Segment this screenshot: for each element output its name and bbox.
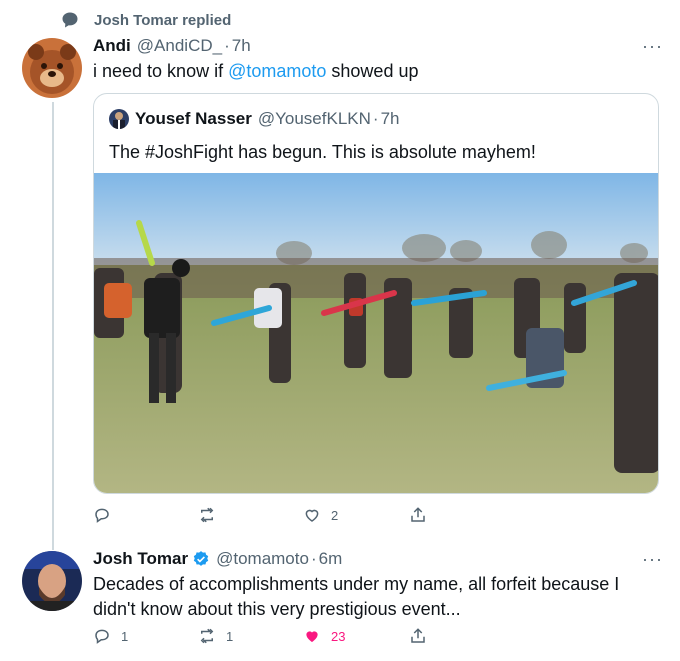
mention-link[interactable]: @tomamoto [228,61,326,81]
share-icon [411,507,425,522]
main-action-bar: 1 1 23 [93,627,433,647]
reply-bubble-icon [62,12,78,28]
heart-filled-icon [306,631,318,642]
quoted-tweet-card[interactable]: Yousef Nasser @YousefKLKN · 7h The #Josh… [93,93,659,494]
reply-text-part: showed up [326,61,419,81]
timestamp[interactable]: 7h [232,36,251,56]
reply-text-part: i need to know if [93,61,229,81]
more-options-button[interactable]: ··· [642,36,663,57]
main-tweet-text: Decades of accomplishments under my name… [93,574,620,619]
reply-context: Josh Tomar replied [60,10,231,30]
share-button[interactable] [409,506,427,524]
timestamp[interactable]: 6m [319,549,343,569]
reply-text: i need to know if @tomamoto showed up [93,59,418,84]
reply-button[interactable] [93,506,121,524]
reply-action-bar: 2 [93,506,433,526]
quoted-header: Yousef Nasser @YousefKLKN · 7h [135,109,400,129]
main-tweet-header: Josh Tomar @tomamoto · 6m [93,549,342,569]
more-options-button[interactable]: ··· [642,549,663,570]
heart-icon [305,509,319,522]
separator-dot: · [224,36,230,55]
quoted-photo[interactable] [94,173,659,494]
retweet-button[interactable] [198,506,226,524]
quoted-display-name[interactable]: Yousef Nasser [135,109,252,129]
retweet-icon [200,628,214,644]
avatar[interactable] [22,38,82,98]
retweet-count: 1 [226,628,234,644]
like-button[interactable]: 23 [303,627,345,645]
like-button[interactable]: 2 [303,506,338,524]
quoted-avatar[interactable] [109,109,129,129]
separator-dot: · [372,109,379,128]
reply-icon [95,508,109,523]
separator-dot: · [310,549,317,568]
like-count: 2 [331,507,339,523]
verified-badge-icon [193,551,209,566]
like-count: 23 [331,628,346,644]
avatar[interactable] [22,551,82,611]
user-handle[interactable]: @AndiCD_ [137,36,222,56]
retweet-button[interactable]: 1 [198,627,233,645]
retweet-icon [200,507,214,523]
display-name[interactable]: Andi [93,36,131,56]
display-name[interactable]: Josh Tomar [93,549,188,569]
user-handle[interactable]: @tomamoto [216,549,309,569]
reply-icon [95,629,109,644]
reply-count: 1 [121,628,129,644]
thread-connector [52,102,54,550]
reply-context-text: Josh Tomar replied [94,11,232,29]
quoted-text: The #JoshFight has begun. This is absolu… [109,142,536,162]
share-icon [411,628,425,643]
share-button[interactable] [409,627,427,645]
quoted-user-handle[interactable]: @YousefKLKN [258,109,371,129]
reply-header: Andi @AndiCD_ · 7h [93,36,251,56]
quoted-timestamp[interactable]: 7h [381,109,400,129]
reply-button[interactable]: 1 [93,627,128,645]
